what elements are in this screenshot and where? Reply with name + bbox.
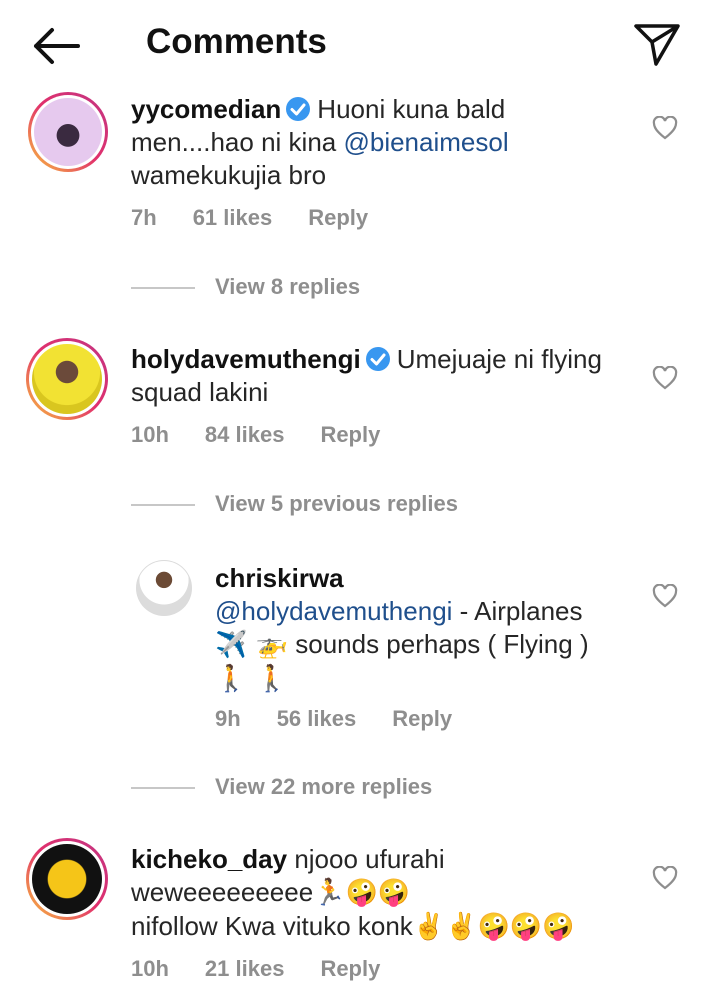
comment-meta: 10h 21 likes Reply (131, 956, 416, 982)
comment-text: holydavemuthengi Umejuaje ni flying squad… (131, 344, 602, 407)
like-heart-icon[interactable] (652, 116, 678, 140)
reply-button[interactable]: Reply (320, 422, 380, 447)
page-title: Comments (146, 22, 327, 61)
comment-text: yycomedian Huoni kuna bald men....hao ni … (131, 94, 509, 190)
comment-username[interactable]: yycomedian (131, 94, 281, 124)
comment-text: kicheko_day njooo ufurahi weweeeeeeeee🏃🤪… (131, 844, 575, 942)
reply-button[interactable]: Reply (320, 956, 380, 981)
comment-likes[interactable]: 21 likes (205, 956, 285, 981)
comment-time: 10h (131, 422, 169, 447)
comment-meta: 10h 84 likes Reply (131, 422, 416, 448)
reply-button[interactable]: Reply (308, 205, 368, 230)
back-arrow-icon[interactable] (30, 24, 82, 68)
verified-badge-icon (286, 97, 311, 121)
avatar[interactable] (28, 92, 108, 172)
view-more-replies-button[interactable]: View 22 more replies (131, 774, 432, 800)
mention-link[interactable]: @holydavemuthengi (215, 596, 452, 626)
view-previous-replies-button[interactable]: View 5 previous replies (131, 491, 458, 517)
comment-username[interactable]: holydavemuthengi (131, 344, 361, 374)
avatar[interactable] (26, 338, 108, 420)
comment-meta: 7h 61 likes Reply (131, 205, 404, 231)
reply-time: 9h (215, 706, 241, 731)
avatar[interactable] (26, 838, 108, 920)
header-bar: Comments (0, 0, 720, 92)
reply-button[interactable]: Reply (392, 706, 452, 731)
comment-username[interactable]: kicheko_day (131, 844, 287, 874)
like-heart-icon[interactable] (652, 366, 678, 390)
reply-likes[interactable]: 56 likes (277, 706, 357, 731)
comment-likes[interactable]: 61 likes (193, 205, 273, 230)
send-icon[interactable] (632, 20, 682, 68)
mention-link[interactable]: @bienaimesol (343, 127, 508, 157)
like-heart-icon[interactable] (652, 866, 678, 890)
reply-username[interactable]: chriskirwa (215, 563, 344, 593)
verified-badge-icon (365, 347, 390, 371)
comment-likes[interactable]: 84 likes (205, 422, 285, 447)
avatar[interactable] (136, 560, 192, 616)
reply-text: chriskirwa @holydavemuthengi - Airplanes… (215, 563, 589, 694)
reply-meta: 9h 56 likes Reply (215, 706, 488, 732)
like-heart-icon[interactable] (652, 584, 678, 608)
comment-time: 10h (131, 956, 169, 981)
view-replies-button[interactable]: View 8 replies (131, 274, 360, 300)
comment-time: 7h (131, 205, 157, 230)
